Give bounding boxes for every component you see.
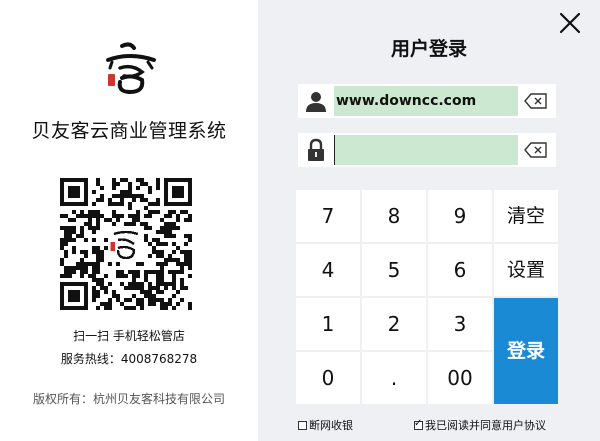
user-icon bbox=[306, 92, 326, 112]
key-00[interactable]: 00 bbox=[428, 352, 492, 404]
scan-prompt: 扫一扫 手机轻松管店 bbox=[73, 329, 185, 343]
backspace-clear-icon[interactable] bbox=[524, 142, 548, 158]
key-6[interactable]: 6 bbox=[428, 244, 492, 296]
key-2[interactable]: 2 bbox=[362, 298, 426, 350]
password-field[interactable] bbox=[298, 133, 556, 167]
brand-panel: 贝友客云商业管理系统 扫一扫 手机轻松管店 服务热线：4008768278 版权… bbox=[0, 0, 258, 441]
login-title: 用户登录 bbox=[390, 38, 467, 60]
backspace-clear-icon[interactable] bbox=[524, 93, 548, 109]
key-dot[interactable]: . bbox=[362, 352, 426, 404]
agreement-option[interactable]: 我已阅读并同意用户协议 bbox=[414, 417, 546, 433]
keypad: 7 8 9 清空 4 5 6 设置 1 2 3 0 . 00 登录 bbox=[296, 190, 558, 406]
settings-button[interactable]: 设置 bbox=[494, 244, 558, 296]
login-panel: 用户登录 www.downcc.com 7 8 9 清空 4 5 6 设置 1 … bbox=[258, 0, 600, 441]
close-icon[interactable] bbox=[558, 11, 582, 35]
password-input[interactable] bbox=[334, 135, 518, 165]
offline-checkbox[interactable] bbox=[298, 421, 307, 430]
key-8[interactable]: 8 bbox=[362, 190, 426, 242]
key-9[interactable]: 9 bbox=[428, 190, 492, 242]
login-button[interactable]: 登录 bbox=[494, 298, 558, 404]
offline-label: 断网收银 bbox=[309, 419, 353, 432]
lock-icon bbox=[308, 138, 324, 161]
offline-cashier-option[interactable]: 断网收银 bbox=[298, 417, 353, 433]
qr-code bbox=[60, 178, 192, 310]
brand-logo-icon bbox=[106, 42, 156, 95]
key-3[interactable]: 3 bbox=[428, 298, 492, 350]
app-name: 贝友客云商业管理系统 bbox=[31, 120, 227, 142]
key-4[interactable]: 4 bbox=[296, 244, 360, 296]
username-input[interactable]: www.downcc.com bbox=[334, 86, 518, 116]
key-0[interactable]: 0 bbox=[296, 352, 360, 404]
copyright: 版权所有：杭州贝友客科技有限公司 bbox=[32, 392, 225, 406]
agreement-label: 我已阅读并同意用户协议 bbox=[425, 419, 546, 432]
service-hotline: 服务热线：4008768278 bbox=[60, 352, 198, 366]
key-1[interactable]: 1 bbox=[296, 298, 360, 350]
username-field[interactable]: www.downcc.com bbox=[298, 84, 556, 118]
agreement-checkbox[interactable] bbox=[414, 418, 423, 430]
key-5[interactable]: 5 bbox=[362, 244, 426, 296]
clear-button[interactable]: 清空 bbox=[494, 190, 558, 242]
key-7[interactable]: 7 bbox=[296, 190, 360, 242]
